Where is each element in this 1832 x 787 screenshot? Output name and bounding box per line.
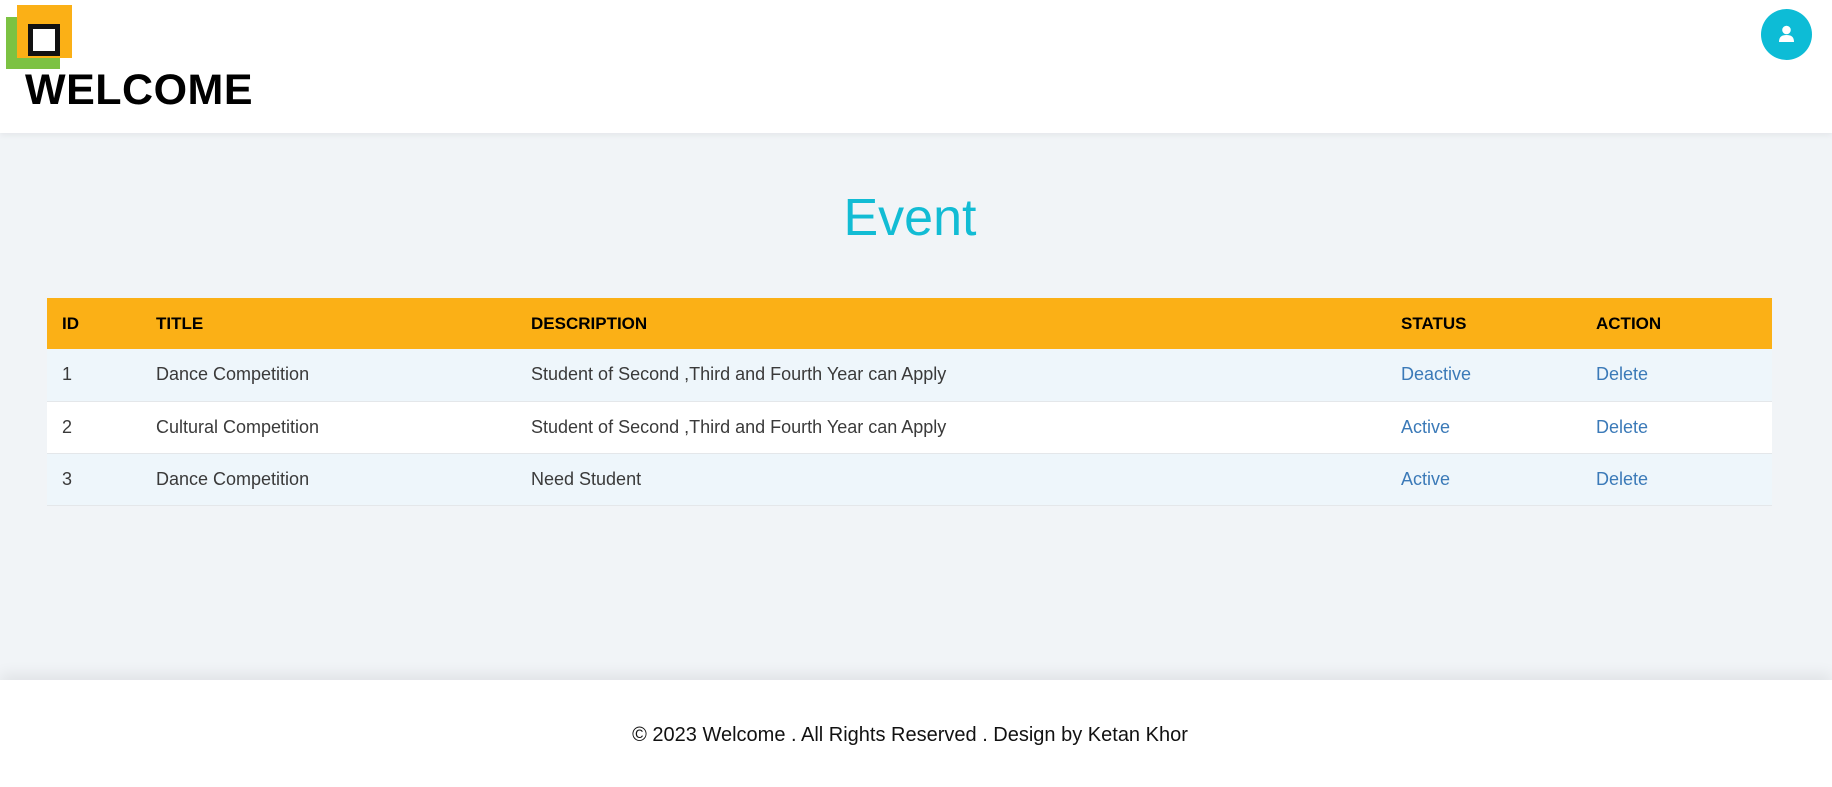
cell-status: Active [1386, 453, 1581, 505]
cell-id: 1 [62, 364, 73, 385]
cell-description: Student of Second ,Third and Fourth Year… [531, 416, 947, 437]
cell-title: Dance Competition [156, 468, 310, 489]
table-row: 1 Dance Competition Student of Second ,T… [47, 349, 1772, 401]
cell-status: Active [1386, 401, 1581, 453]
delete-link[interactable]: Delete [1596, 417, 1648, 437]
cell-action: Delete [1581, 349, 1772, 401]
user-icon [1779, 25, 1794, 42]
status-toggle-link[interactable]: Active [1401, 417, 1450, 437]
table-row: 3 Dance Competition Need Student Active … [47, 453, 1772, 505]
page-footer: © 2023 Welcome . All Rights Reserved . D… [0, 680, 1832, 787]
table-row: 2 Cultural Competition Student of Second… [47, 401, 1772, 453]
column-header-title: TITLE [156, 313, 204, 333]
cell-title: Dance Competition [156, 364, 310, 385]
status-toggle-link[interactable]: Active [1401, 469, 1450, 489]
cell-title: Cultural Competition [156, 416, 320, 437]
delete-link[interactable]: Delete [1596, 364, 1648, 384]
table-header-row: ID TITLE DESCRIPTION STATUS ACTION [47, 298, 1772, 349]
footer-copyright: © 2023 Welcome . All Rights Reserved . D… [632, 724, 1188, 746]
delete-link[interactable]: Delete [1596, 469, 1648, 489]
column-header-id: ID [62, 313, 79, 333]
cell-action: Delete [1581, 453, 1772, 505]
logo-squares-icon[interactable] [6, 5, 72, 69]
column-header-status: STATUS [1401, 313, 1467, 333]
logo-black-square [28, 24, 60, 56]
brand-title: WELCOME [25, 66, 254, 114]
column-header-action: ACTION [1596, 313, 1662, 333]
cell-id: 2 [62, 416, 73, 437]
cell-description: Student of Second ,Third and Fourth Year… [531, 364, 947, 385]
column-header-description: DESCRIPTION [531, 313, 648, 333]
profile-button[interactable] [1761, 9, 1812, 60]
page-title: Event [843, 189, 977, 247]
cell-status: Deactive [1386, 349, 1581, 401]
events-table-container: ID TITLE DESCRIPTION STATUS ACTION 1 Dan… [47, 298, 1772, 506]
top-header: WELCOME [0, 0, 1832, 133]
cell-id: 3 [62, 468, 73, 489]
cell-action: Delete [1581, 401, 1772, 453]
cell-description: Need Student [531, 468, 642, 489]
status-toggle-link[interactable]: Deactive [1401, 364, 1471, 384]
events-table: ID TITLE DESCRIPTION STATUS ACTION 1 Dan… [47, 298, 1772, 506]
